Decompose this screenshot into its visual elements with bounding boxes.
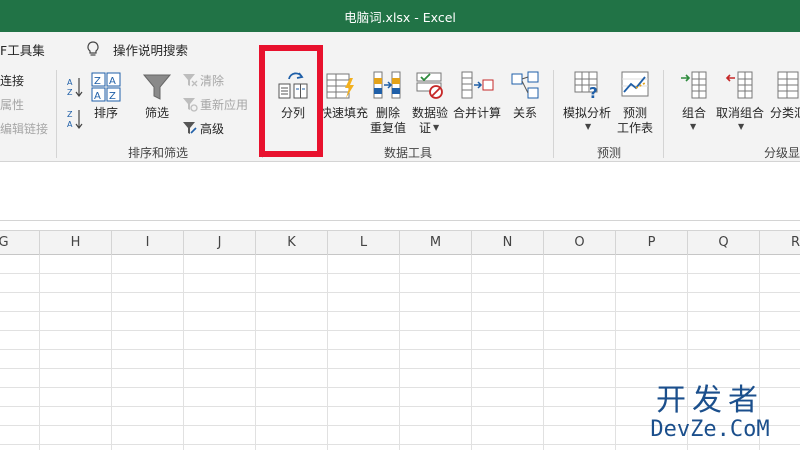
grid-column-line	[255, 255, 256, 450]
column-header[interactable]: P	[616, 231, 688, 255]
forecast-group-label: 预测	[597, 146, 622, 160]
grid-column-line	[471, 255, 472, 450]
connections-button[interactable]: 连接	[0, 72, 24, 89]
svg-text:?: ?	[589, 84, 598, 100]
grid-column-line	[615, 255, 616, 450]
svg-text:Z: Z	[109, 91, 116, 102]
column-header[interactable]: J	[184, 231, 256, 255]
tab-row: F工具集 操作说明搜索	[0, 32, 800, 64]
advanced-filter-icon[interactable]	[182, 120, 198, 136]
column-header[interactable]: R	[760, 231, 800, 255]
grid-row-line	[0, 349, 800, 350]
svg-text:A: A	[67, 120, 73, 129]
reapply-icon[interactable]	[182, 96, 198, 112]
grid-column-line	[183, 255, 184, 450]
sort-button[interactable]: 排序	[94, 104, 118, 121]
clear-button[interactable]: 清除	[200, 72, 224, 89]
relationships-button[interactable]: 关系	[513, 104, 537, 121]
column-header-row: GHIJKLMNOPQR	[0, 230, 800, 255]
chevron-down-icon[interactable]: ▼	[585, 122, 591, 131]
grid-row-line	[0, 273, 800, 274]
svg-text:Z: Z	[94, 76, 101, 87]
chevron-down-icon[interactable]: ▼	[433, 123, 439, 132]
title-bar: 电脑词.xlsx - Excel	[0, 0, 800, 32]
group-button[interactable]: 组合	[682, 104, 706, 121]
column-header[interactable]: G	[0, 231, 40, 255]
grid-column-line	[111, 255, 112, 450]
sort-dialog-icon[interactable]: Z A A Z	[91, 72, 121, 102]
tab-pdf-tools[interactable]: F工具集	[0, 40, 45, 59]
ungroup-button[interactable]: 取消组合	[716, 104, 764, 121]
subtotal-icon[interactable]	[776, 70, 800, 100]
chevron-down-icon[interactable]: ▼	[738, 122, 744, 131]
watermark-cn: 开发者	[656, 383, 764, 418]
subtotal-button[interactable]: 分类汇	[770, 104, 800, 121]
ribbon: 连接 属性 编辑链接 A Z Z A Z A A Z 排序 筛选 清除 重新应用	[0, 64, 800, 162]
reapply-button[interactable]: 重新应用	[200, 96, 248, 113]
lightbulb-icon[interactable]	[84, 40, 102, 58]
flash-fill-icon[interactable]	[326, 72, 356, 100]
advanced-button[interactable]: 高级	[200, 120, 224, 137]
grid-row-line	[0, 330, 800, 331]
group-separator	[56, 70, 57, 158]
tellme-search[interactable]: 操作说明搜索	[113, 40, 188, 59]
column-header[interactable]: Q	[688, 231, 760, 255]
consolidate-button[interactable]: 合并计算	[453, 104, 501, 121]
properties-button[interactable]: 属性	[0, 96, 24, 113]
window-title: 电脑词.xlsx - Excel	[344, 10, 456, 25]
sort-az-icon[interactable]: A Z	[66, 76, 84, 98]
grid-column-line	[39, 255, 40, 450]
ungroup-icon[interactable]	[724, 70, 756, 100]
grid-column-line	[543, 255, 544, 450]
svg-text:Z: Z	[67, 88, 73, 97]
column-header[interactable]: M	[400, 231, 472, 255]
svg-text:Z: Z	[67, 110, 73, 119]
highlight-box	[259, 45, 323, 157]
grid-row-line	[0, 444, 800, 445]
column-header[interactable]: L	[328, 231, 400, 255]
svg-text:A: A	[67, 78, 73, 87]
what-if-analysis-button[interactable]: 模拟分析	[563, 104, 611, 121]
column-header[interactable]: O	[544, 231, 616, 255]
group-separator	[553, 70, 554, 158]
data-tools-group-label: 数据工具	[384, 146, 433, 160]
relationships-icon[interactable]	[510, 70, 540, 100]
filter-icon[interactable]	[142, 72, 172, 102]
clear-filter-icon[interactable]	[182, 72, 198, 88]
forecast-sheet-button-line2[interactable]: 工作表	[617, 119, 653, 136]
grid-column-line	[327, 255, 328, 450]
sort-filter-group-label: 排序和筛选	[128, 146, 189, 160]
column-header[interactable]: K	[256, 231, 328, 255]
svg-text:A: A	[94, 91, 101, 102]
grid-row-line	[0, 292, 800, 293]
column-header[interactable]: I	[112, 231, 184, 255]
svg-text:A: A	[109, 76, 116, 87]
consolidate-icon[interactable]	[460, 70, 494, 100]
column-header[interactable]: H	[40, 231, 112, 255]
chevron-down-icon[interactable]: ▼	[690, 122, 696, 131]
group-separator	[663, 70, 664, 158]
watermark: 开发者 DevZe.CoM	[630, 385, 790, 443]
forecast-sheet-icon[interactable]	[620, 70, 652, 100]
remove-duplicates-button-line2[interactable]: 重复值	[370, 119, 406, 136]
watermark-en: DevZe.CoM	[650, 417, 770, 442]
data-validation-icon[interactable]	[415, 70, 445, 100]
flash-fill-button[interactable]: 快速填充	[320, 104, 368, 121]
sort-za-icon[interactable]: Z A	[66, 108, 84, 130]
outline-group-label: 分级显	[764, 146, 800, 160]
grid-row-line	[0, 368, 800, 369]
grid-column-line	[399, 255, 400, 450]
group-icon[interactable]	[678, 70, 710, 100]
what-if-analysis-icon[interactable]: ?	[573, 70, 605, 100]
filter-button[interactable]: 筛选	[145, 104, 169, 121]
column-header[interactable]: N	[472, 231, 544, 255]
edit-links-button[interactable]: 编辑链接	[0, 120, 48, 137]
data-validation-button-line2[interactable]: 证	[419, 119, 431, 136]
formula-bar-area	[0, 163, 800, 221]
grid-row-line	[0, 311, 800, 312]
remove-duplicates-icon[interactable]	[372, 70, 402, 100]
